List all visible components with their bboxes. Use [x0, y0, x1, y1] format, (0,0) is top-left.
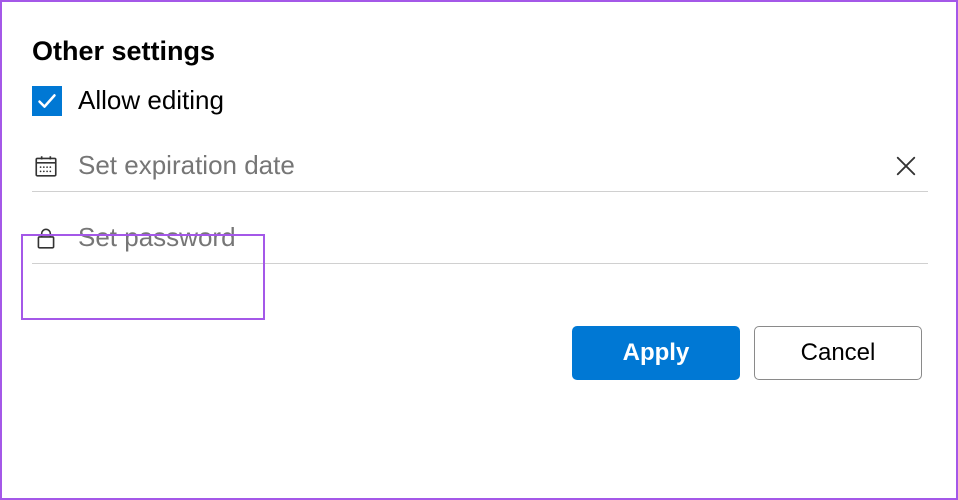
settings-panel: Other settings Allow editing [0, 0, 958, 500]
password-input[interactable] [78, 222, 928, 253]
clear-expiration-icon[interactable] [892, 152, 920, 180]
expiration-date-row [32, 150, 928, 192]
calendar-icon [32, 152, 60, 180]
allow-editing-label: Allow editing [78, 85, 224, 116]
apply-button[interactable]: Apply [572, 326, 740, 380]
allow-editing-checkbox[interactable] [32, 86, 62, 116]
checkmark-icon [37, 91, 57, 111]
section-title: Other settings [32, 36, 928, 67]
lock-icon [32, 224, 60, 252]
expiration-date-input[interactable] [78, 150, 874, 181]
allow-editing-row: Allow editing [32, 85, 928, 116]
button-row: Apply Cancel [32, 326, 928, 380]
password-row [32, 222, 928, 264]
cancel-button[interactable]: Cancel [754, 326, 922, 380]
